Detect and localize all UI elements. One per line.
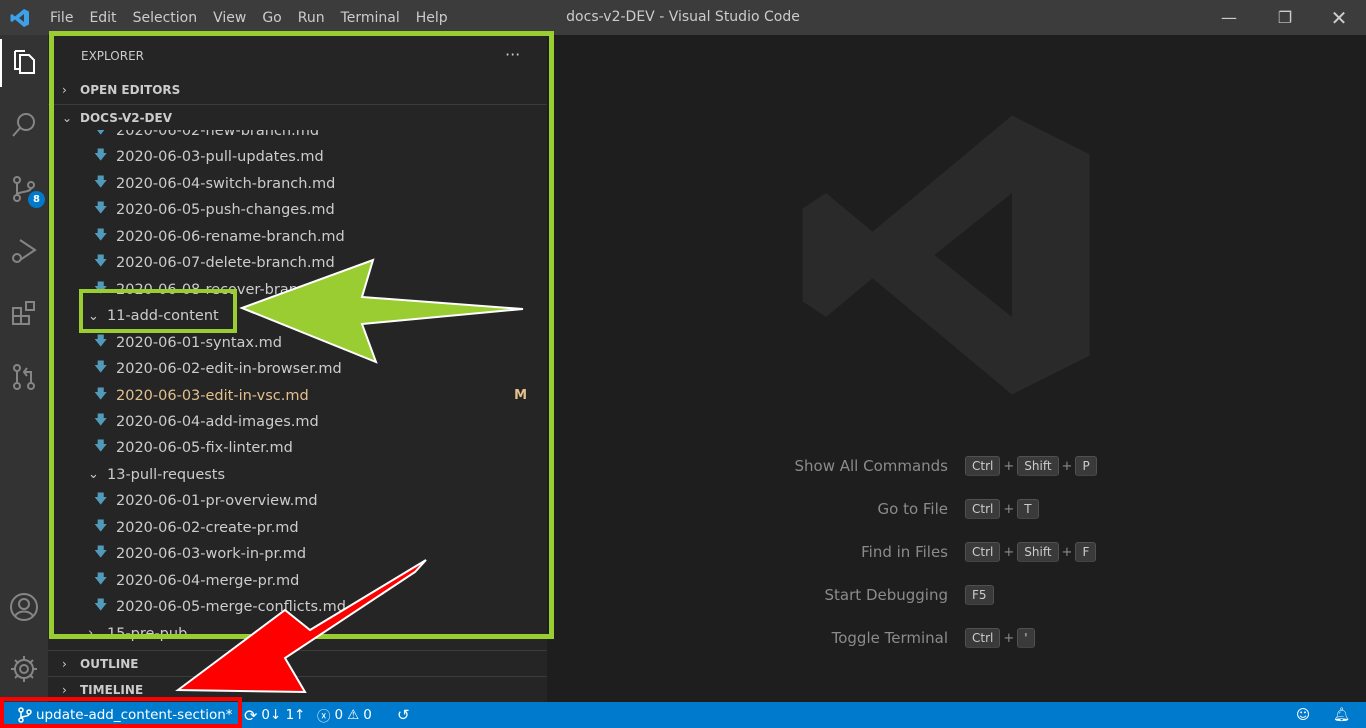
- branch-name: update-add_content-section*: [36, 707, 233, 723]
- problems-button[interactable]: ⓧ 0 ⚠ 0: [317, 702, 372, 728]
- red-arrow: [175, 559, 427, 694]
- branch-indicator[interactable]: update-add_content-section*: [18, 702, 233, 728]
- annotation-arrows: [175, 258, 524, 694]
- error-icon: ⓧ: [317, 709, 331, 725]
- git-branch-icon: [18, 707, 32, 723]
- notifications-button[interactable]: 🔔︎: [1333, 702, 1350, 728]
- warning-icon: ⚠: [347, 707, 360, 723]
- green-arrow: [239, 258, 524, 364]
- sync-counts: 0↓ 1↑: [261, 707, 306, 723]
- sync-button[interactable]: ⟳ 0↓ 1↑: [244, 702, 306, 728]
- error-count: 0: [334, 707, 344, 723]
- feedback-button[interactable]: ☺: [1296, 702, 1310, 728]
- warning-count: 0: [363, 707, 372, 723]
- history-icon: ↺: [397, 706, 410, 724]
- sync-icon: ⟳: [244, 705, 258, 725]
- bell-icon: 🔔︎: [1333, 707, 1351, 723]
- feedback-icon: ☺: [1296, 707, 1311, 723]
- status-bar: update-add_content-section* ⟳ 0↓ 1↑ ⓧ 0 ⚠ 0 …: [0, 702, 1366, 728]
- history-button[interactable]: ↺: [397, 702, 410, 728]
